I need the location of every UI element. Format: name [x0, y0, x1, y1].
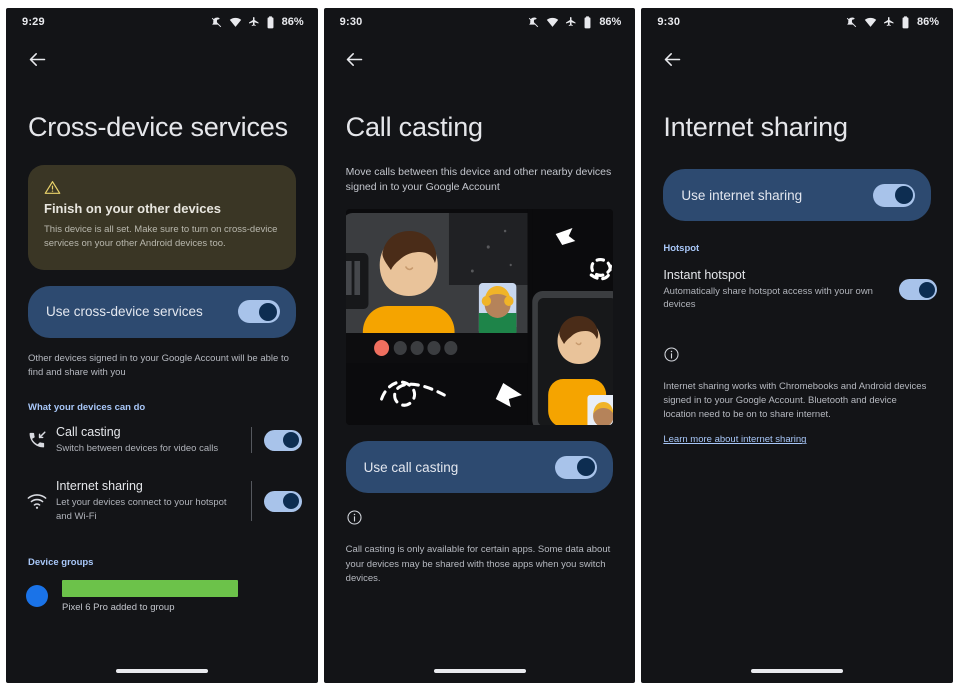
info-circle-icon: [641, 324, 953, 368]
row-divider: [250, 481, 252, 521]
panel3-content: Internet sharing Use internet sharing Ho…: [641, 82, 953, 683]
use-call-casting-label: Use call casting: [363, 459, 459, 475]
section-header-hotspot: Hotspot: [663, 243, 700, 255]
warning-title: Finish on your other devices: [44, 201, 221, 217]
list-item-device-group[interactable]: Pixel 6 Pro added to group: [6, 568, 318, 613]
section-header-capabilities: What your devices can do: [28, 402, 146, 414]
home-indicator[interactable]: [751, 669, 844, 673]
battery-percent: 86%: [599, 16, 622, 28]
call-casting-icon: [26, 429, 56, 451]
use-cross-device-services-switch[interactable]: [237, 300, 280, 324]
call-casting-footnote: Call casting is only available for certa…: [345, 544, 611, 584]
internet-sharing-switch[interactable]: [263, 490, 302, 512]
back-arrow-icon[interactable]: [24, 46, 50, 72]
call-casting-subtitle: Switch between devices for video calls: [56, 443, 219, 455]
internet-sharing-subtitle: Let your devices connect to your hotspot…: [56, 497, 227, 522]
use-cross-device-services-card[interactable]: Use cross-device services: [28, 285, 296, 338]
call-casting-text-block: Call casting Switch between devices for …: [56, 425, 251, 455]
ringer-mute-icon: [845, 16, 858, 29]
cross-device-caption: Other devices signed in to your Google A…: [28, 352, 289, 378]
status-bar: 9:30 86%: [641, 8, 953, 36]
top-app-bar: [641, 36, 953, 82]
ringer-mute-icon: [527, 16, 540, 29]
instant-hotspot-subtitle: Automatically share hotspot access with …: [663, 286, 873, 311]
instant-hotspot-switch[interactable]: [899, 279, 938, 301]
row-divider: [250, 427, 252, 454]
list-item-call-casting[interactable]: Call casting Switch between devices for …: [6, 413, 318, 467]
wifi-icon: [864, 16, 877, 29]
wifi-icon: [229, 16, 242, 29]
battery-icon: [266, 15, 275, 29]
call-casting-title: Call casting: [56, 425, 121, 440]
redacted-group-name: [62, 579, 238, 597]
page-title: Call casting: [345, 112, 483, 142]
back-arrow-icon[interactable]: [659, 46, 685, 72]
status-icon-group: 86%: [210, 15, 304, 29]
instant-hotspot-text-block: Instant hotspot Automatically share hots…: [663, 268, 899, 312]
use-cross-device-services-label: Use cross-device services: [46, 304, 203, 320]
battery-icon: [901, 15, 910, 29]
instant-hotspot-title: Instant hotspot: [663, 268, 746, 283]
status-bar: 9:29 86%: [6, 8, 318, 36]
ringer-mute-icon: [210, 16, 223, 29]
finish-setup-warning-card[interactable]: Finish on your other devices This device…: [28, 165, 296, 270]
battery-percent: 86%: [916, 16, 940, 28]
call-casting-illustration: [345, 209, 614, 426]
status-icon-group: 86%: [527, 15, 622, 29]
airplane-mode-icon: [883, 16, 895, 28]
home-indicator[interactable]: [115, 669, 208, 673]
call-casting-switch[interactable]: [263, 429, 302, 451]
status-bar: 9:30 86%: [324, 8, 636, 36]
use-call-casting-switch[interactable]: [555, 455, 598, 479]
internet-sharing-footnote: Internet sharing works with Chromebooks …: [663, 380, 927, 421]
airplane-mode-icon: [248, 16, 260, 28]
use-internet-sharing-card[interactable]: Use internet sharing: [663, 169, 932, 222]
top-app-bar: [6, 36, 318, 82]
use-internet-sharing-switch[interactable]: [873, 183, 916, 207]
use-call-casting-card[interactable]: Use call casting: [345, 441, 614, 494]
use-internet-sharing-label: Use internet sharing: [681, 187, 803, 203]
battery-percent: 86%: [281, 16, 304, 28]
battery-icon: [583, 15, 592, 29]
panel2-content: Call casting Move calls between this dev…: [324, 82, 636, 683]
wifi-icon: [26, 490, 56, 512]
top-app-bar: [324, 36, 636, 82]
internet-sharing-text-block: Internet sharing Let your devices connec…: [56, 479, 251, 523]
warning-triangle-icon: [44, 181, 61, 200]
list-item-instant-hotspot[interactable]: Instant hotspot Automatically share hots…: [641, 254, 953, 324]
status-icon-group: 86%: [845, 15, 940, 29]
page-title: Internet sharing: [663, 112, 848, 142]
page-title: Cross-device services: [28, 112, 288, 142]
status-clock: 9:30: [657, 16, 681, 28]
page-subtitle: Move calls between this device and other…: [345, 166, 612, 194]
back-arrow-icon[interactable]: [342, 46, 368, 72]
phone-screen-call-casting: 9:30 86% Call casting Move calls between…: [323, 8, 636, 683]
phone-screen-internet-sharing: 9:30 86% Internet sharing Use internet s…: [641, 8, 954, 683]
list-item-internet-sharing[interactable]: Internet sharing Let your devices connec…: [6, 467, 318, 535]
status-clock: 9:29: [22, 16, 45, 28]
screenshot-triptych: 9:29 86% Cross-device services Finish on…: [0, 0, 959, 693]
device-group-text-block: Pixel 6 Pro added to group: [62, 579, 298, 613]
internet-sharing-title: Internet sharing: [56, 479, 143, 494]
phone-screen-cross-device-services: 9:29 86% Cross-device services Finish on…: [6, 8, 318, 683]
panel1-content: Cross-device services Finish on your oth…: [6, 82, 318, 683]
avatar: [26, 585, 48, 608]
status-clock: 9:30: [339, 16, 363, 28]
device-group-subtitle: Pixel 6 Pro added to group: [62, 601, 175, 613]
home-indicator[interactable]: [433, 669, 526, 673]
warning-text: This device is all set. Make sure to tur…: [44, 224, 278, 250]
airplane-mode-icon: [565, 16, 577, 28]
section-header-device-groups: Device groups: [28, 556, 94, 568]
info-circle-icon: [324, 493, 636, 531]
wifi-icon: [546, 16, 559, 29]
learn-more-link[interactable]: Learn more about internet sharing: [641, 422, 828, 445]
